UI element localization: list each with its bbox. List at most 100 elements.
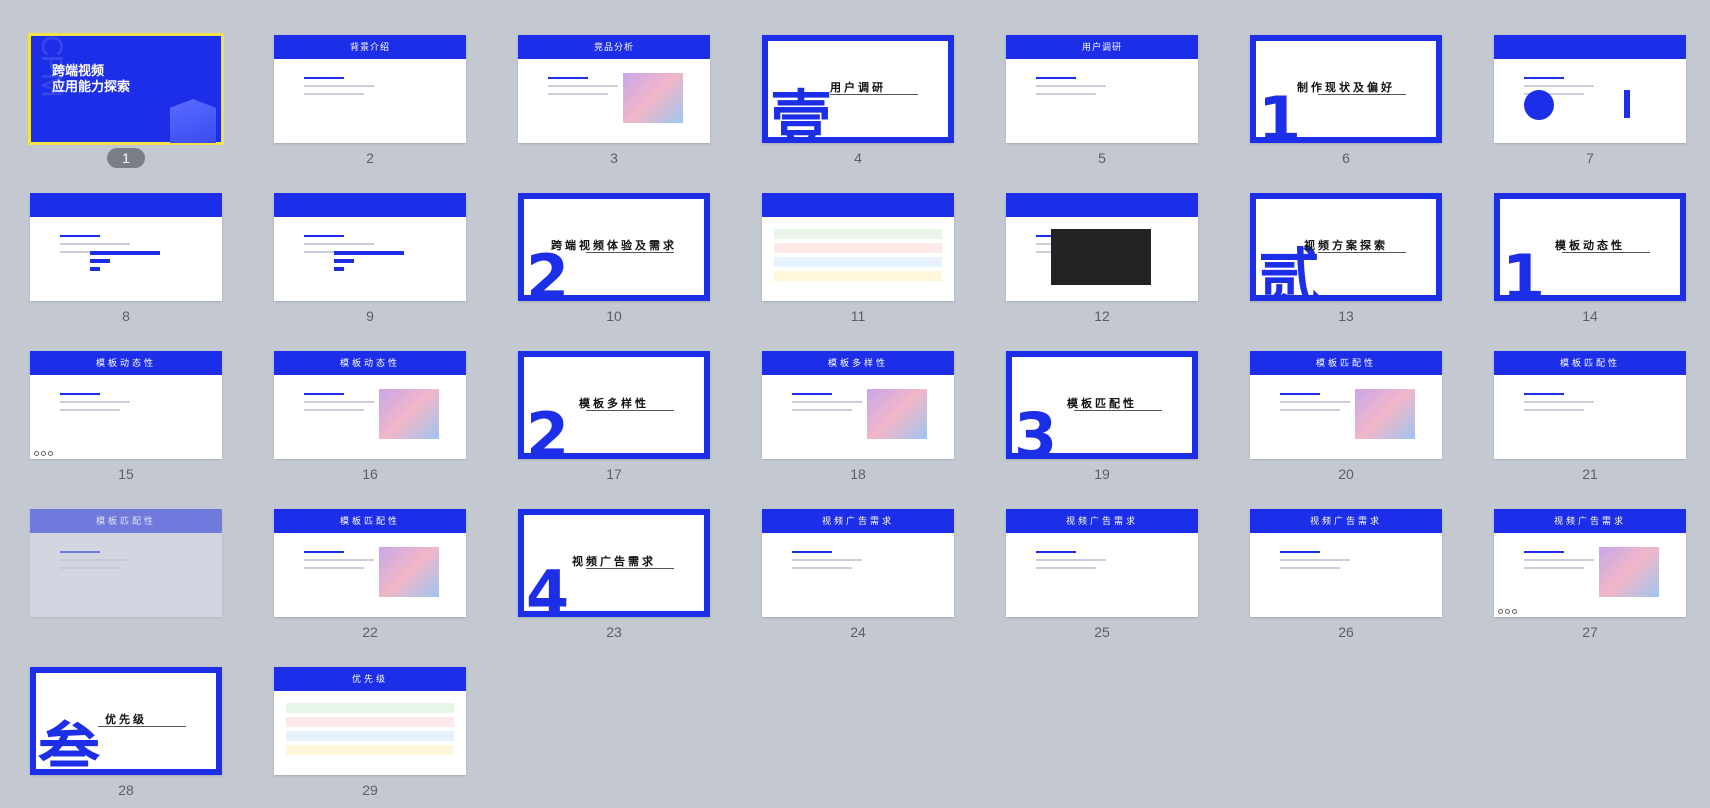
- slide-number-label: 18: [850, 466, 866, 482]
- slide-thumbnail[interactable]: CPM 跨端视频 应用能力探索: [28, 33, 224, 145]
- slide-header: 视频广告需求: [1006, 509, 1198, 533]
- slide-thumbnail[interactable]: 3 模板匹配性: [1006, 351, 1198, 459]
- text-line: [304, 393, 344, 395]
- slide-thumbnail[interactable]: [30, 193, 222, 301]
- slide-thumbnail[interactable]: 模板多样性: [762, 351, 954, 459]
- table-row: [286, 745, 454, 755]
- slide-thumbnail[interactable]: [1494, 35, 1686, 143]
- slide-thumbnail[interactable]: 模板匹配性: [1494, 351, 1686, 459]
- slide-number-label: 21: [1582, 466, 1598, 482]
- slide-header: 模板匹配性: [1250, 351, 1442, 375]
- slide-thumbnail[interactable]: 贰视频方案探索: [1250, 193, 1442, 301]
- text-line: [304, 235, 344, 237]
- slide-thumbnail[interactable]: 叁优先级: [30, 667, 222, 775]
- slide-thumbnail[interactable]: 视频广告需求: [762, 509, 954, 617]
- slide-number-label: 23: [606, 624, 622, 640]
- section-number: 1: [1258, 83, 1302, 143]
- slide-thumbnail[interactable]: 模板匹配性: [30, 509, 222, 617]
- slide-number-label: 17: [606, 466, 622, 482]
- text-line: [1524, 567, 1584, 569]
- text-line: [1036, 85, 1106, 87]
- slide-thumbnail[interactable]: 用户调研: [1006, 35, 1198, 143]
- divider: [586, 252, 674, 253]
- text-line: [548, 85, 618, 87]
- divider: [1318, 252, 1406, 253]
- text-line: [60, 551, 100, 553]
- slide-header: 模板匹配性: [274, 509, 466, 533]
- bar: [334, 251, 404, 255]
- table-row: [774, 229, 942, 239]
- slide-thumbnail[interactable]: 视频广告需求: [1006, 509, 1198, 617]
- slide-thumbnail[interactable]: 2 跨端视频体验及需求: [518, 193, 710, 301]
- slide-header: 模板动态性: [274, 351, 466, 375]
- divider: [586, 410, 674, 411]
- slide-thumbnail[interactable]: 壹用户调研: [762, 35, 954, 143]
- slide-thumbnail[interactable]: 优先级: [274, 667, 466, 775]
- slide-header: [30, 193, 222, 217]
- text-line: [548, 77, 588, 79]
- slide-grid: CPM 跨端视频 应用能力探索 1 背景介绍 2 竞品分析 3 壹用户调研 4 用户调研 5 1 制作现状…: [0, 0, 1710, 808]
- logo-graphic: [170, 99, 216, 143]
- slide-thumbnail[interactable]: 竞品分析: [518, 35, 710, 143]
- slide-thumbnail[interactable]: 模板动态性: [274, 351, 466, 459]
- slide-thumbnail[interactable]: 视频广告需求: [1250, 509, 1442, 617]
- slide-number-label: 3: [610, 150, 618, 166]
- slide-number-label: 27: [1582, 624, 1598, 640]
- section-title: 模板多样性: [579, 398, 649, 410]
- slide-thumbnail[interactable]: 模板匹配性: [1250, 351, 1442, 459]
- text-line: [60, 393, 100, 395]
- bar: [90, 267, 100, 271]
- divider: [830, 94, 918, 95]
- slide-header: [1494, 35, 1686, 59]
- screenshot-image: [1051, 229, 1151, 285]
- slide-thumbnail[interactable]: 背景介绍: [274, 35, 466, 143]
- bar: [1624, 90, 1630, 118]
- pie-chart: [1524, 90, 1554, 120]
- text-line: [792, 409, 852, 411]
- divider: [98, 726, 186, 727]
- text-line: [1036, 93, 1096, 95]
- bar: [334, 267, 344, 271]
- slide-thumbnail[interactable]: 模板动态性: [30, 351, 222, 459]
- text-line: [548, 93, 608, 95]
- slide-header: [274, 193, 466, 217]
- slide-thumbnail[interactable]: 模板匹配性: [274, 509, 466, 617]
- text-line: [60, 409, 120, 411]
- slide-thumbnail[interactable]: 1 制作现状及偏好: [1250, 35, 1442, 143]
- text-line: [60, 235, 100, 237]
- text-line: [304, 409, 364, 411]
- pagination-dots: [34, 451, 53, 456]
- slide-number-label: 8: [122, 308, 130, 324]
- slide-thumbnail[interactable]: 视频广告需求: [1494, 509, 1686, 617]
- section-title: 制作现状及偏好: [1297, 82, 1395, 94]
- slide-header: 视频广告需求: [1494, 509, 1686, 533]
- slide-thumbnail[interactable]: 4 视频广告需求: [518, 509, 710, 617]
- text-line: [1036, 551, 1076, 553]
- slide-number-label: 1: [107, 148, 145, 168]
- slide-thumbnail[interactable]: [1006, 193, 1198, 301]
- slide-number-label: 26: [1338, 624, 1354, 640]
- text-line: [60, 559, 130, 561]
- slide-thumbnail[interactable]: [274, 193, 466, 301]
- slide-number-label: 7: [1586, 150, 1594, 166]
- divider: [1318, 94, 1406, 95]
- slide-number-label: 22: [362, 624, 378, 640]
- slide-number-label: 4: [854, 150, 862, 166]
- slide-thumbnail[interactable]: 1 模板动态性: [1494, 193, 1686, 301]
- text-line: [60, 401, 130, 403]
- text-line: [60, 567, 120, 569]
- slide-number-label: 25: [1094, 624, 1110, 640]
- text-line: [1280, 409, 1340, 411]
- text-line: [1280, 559, 1350, 561]
- text-line: [1036, 77, 1076, 79]
- text-line: [304, 85, 374, 87]
- slide-thumbnail[interactable]: [762, 193, 954, 301]
- section-title: 视频广告需求: [572, 556, 656, 568]
- slide-number-label: 15: [118, 466, 134, 482]
- text-line: [792, 401, 862, 403]
- slide-image: [1355, 389, 1415, 439]
- table-row: [774, 257, 942, 267]
- slide-number-label: 20: [1338, 466, 1354, 482]
- slide-thumbnail[interactable]: 2 模板多样性: [518, 351, 710, 459]
- text-line: [1524, 551, 1564, 553]
